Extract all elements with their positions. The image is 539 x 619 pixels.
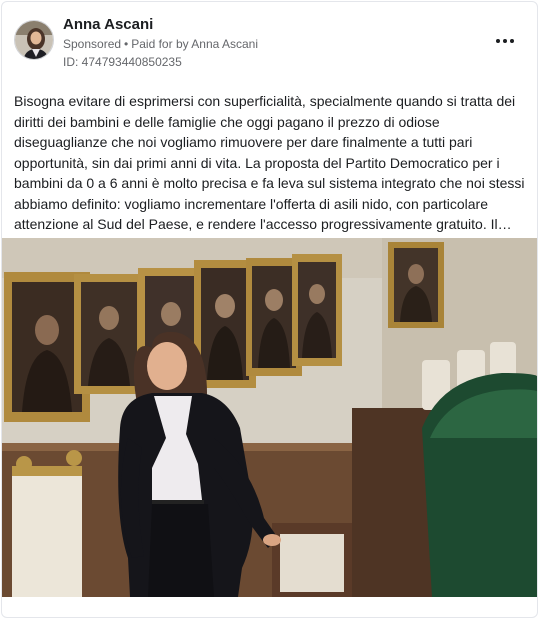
sponsored-label: Sponsored: [63, 37, 122, 51]
more-options-button[interactable]: [491, 31, 519, 51]
ad-id: ID: 474793440850235: [63, 55, 182, 69]
sponsored-line: Sponsored • Paid for by Anna Ascani: [63, 37, 258, 51]
post-image[interactable]: [2, 238, 537, 597]
more-dot: [510, 39, 514, 43]
post-text: Bisogna evitare di esprimersi con superf…: [14, 93, 525, 232]
separator-dot: •: [124, 37, 129, 51]
more-horizontal-icon: [496, 39, 500, 43]
author-avatar[interactable]: [14, 20, 54, 60]
ad-card: Anna Ascani Sponsored • Paid for by Anna A…: [1, 1, 538, 618]
post-header: Anna Ascani Sponsored • Paid for by Anna A…: [2, 2, 537, 82]
post-image-illustration: [2, 238, 537, 597]
paid-for-label: Paid for by Anna Ascani: [131, 37, 258, 51]
more-dot: [503, 39, 507, 43]
author-name[interactable]: Anna Ascani: [63, 16, 153, 33]
